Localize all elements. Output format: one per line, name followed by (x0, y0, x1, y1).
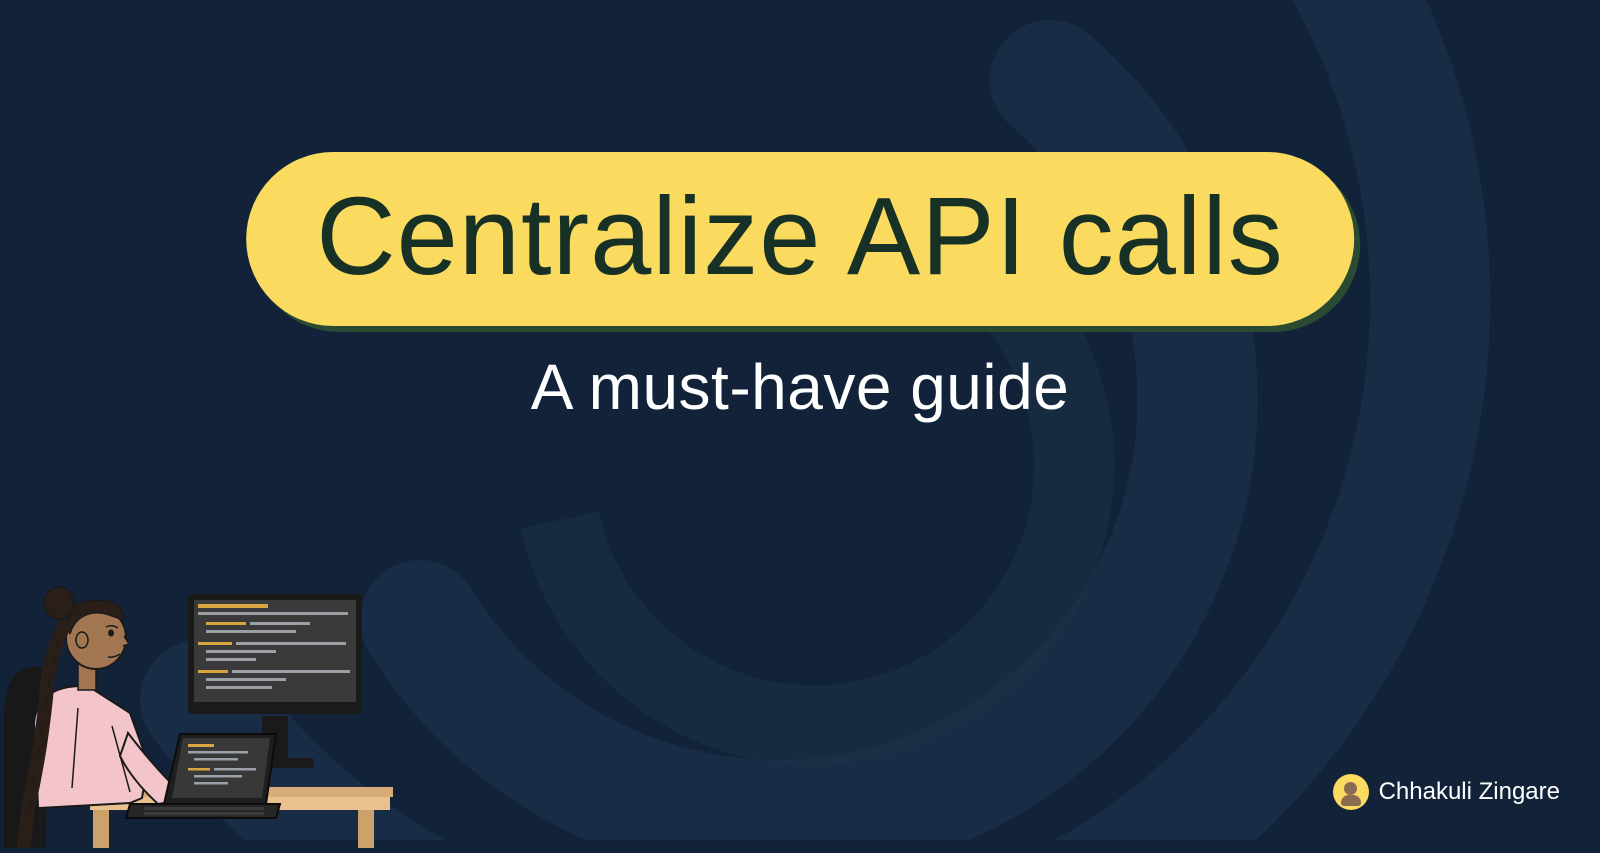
headline-subtitle: A must-have guide (531, 350, 1070, 424)
author-name: Chhakuli Zingare (1379, 778, 1560, 806)
headline-title: Centralize API calls (316, 182, 1284, 292)
author-avatar-icon (1333, 774, 1369, 810)
headline-pill: Centralize API calls (246, 152, 1354, 326)
developer-illustration (0, 508, 400, 848)
author-byline: Chhakuli Zingare (1333, 774, 1560, 810)
